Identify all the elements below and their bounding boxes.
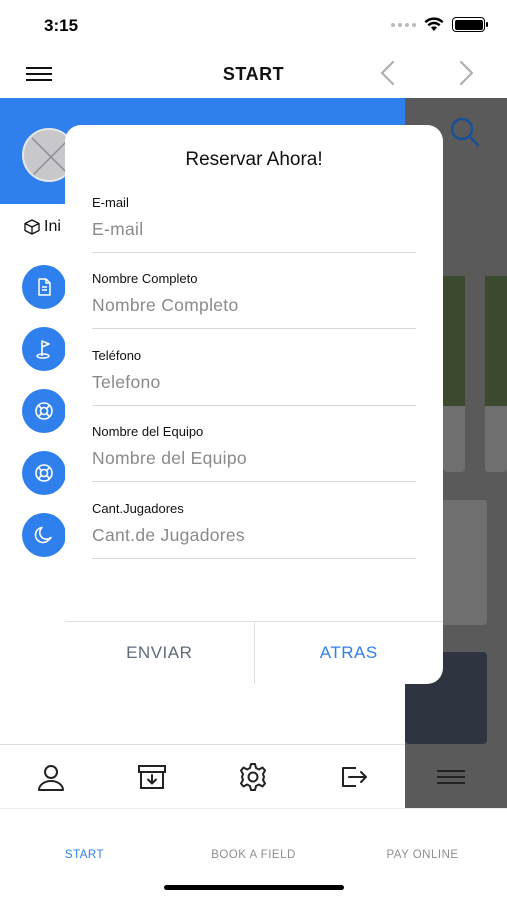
email-input[interactable] <box>92 215 416 243</box>
modal-title: Reservar Ahora! <box>185 149 323 170</box>
team-name-label: Nombre del Equipo <box>92 424 204 439</box>
user-icon[interactable] <box>31 757 71 797</box>
email-field: E-mail <box>92 195 416 253</box>
chevron-left-icon[interactable] <box>374 59 402 87</box>
nav-title: START <box>222 64 285 84</box>
chevron-right-icon[interactable] <box>452 59 480 87</box>
gear-icon[interactable] <box>233 757 273 797</box>
status-bar: 3:15 <box>0 0 507 48</box>
drawer-home-label: Ini <box>44 218 61 235</box>
team-name-input[interactable] <box>92 444 416 472</box>
full-name-field: Nombre Completo <box>92 271 416 329</box>
lifebuoy-icon[interactable] <box>22 389 66 433</box>
moon-icon[interactable] <box>22 513 66 557</box>
players-count-label: Cant.Jugadores <box>92 501 184 516</box>
modal-actions: ENVIAR ATRAS <box>65 621 443 684</box>
logout-icon[interactable] <box>334 757 374 797</box>
background-card-image <box>443 276 465 406</box>
players-count-field: Cant.Jugadores <box>92 501 416 559</box>
background-card-image <box>485 276 507 406</box>
search-icon <box>450 117 480 147</box>
drawer-footer <box>0 744 405 808</box>
tab-book-a-field[interactable]: BOOK A FIELD <box>169 849 338 861</box>
back-button[interactable]: ATRAS <box>255 622 444 684</box>
drawer-home-item[interactable]: Ini <box>24 218 61 236</box>
full-name-input[interactable] <box>92 291 416 319</box>
battery-icon <box>452 17 488 32</box>
full-name-label: Nombre Completo <box>92 271 198 286</box>
archive-download-icon[interactable] <box>132 757 172 797</box>
players-count-input[interactable] <box>92 521 416 549</box>
home-indicator[interactable] <box>164 885 344 890</box>
status-icons <box>391 17 488 32</box>
background-menu-icon <box>437 770 465 788</box>
submit-button[interactable]: ENVIAR <box>65 622 255 684</box>
email-label: E-mail <box>92 195 129 210</box>
tab-pay-online[interactable]: PAY ONLINE <box>338 849 507 861</box>
status-time: 3:15 <box>44 16 79 35</box>
cube-icon <box>24 219 40 235</box>
phone-label: Teléfono <box>92 348 142 363</box>
phone-input[interactable] <box>92 368 416 396</box>
signal-icon <box>391 22 416 27</box>
booking-modal: Reservar Ahora! E-mail Nombre Completo T… <box>65 125 443 684</box>
nav-bar: START <box>0 48 507 98</box>
phone-field: Teléfono <box>92 348 416 406</box>
golf-flag-icon[interactable] <box>22 327 66 371</box>
lifebuoy-icon[interactable] <box>22 451 66 495</box>
document-icon[interactable] <box>22 265 66 309</box>
team-name-field: Nombre del Equipo <box>92 424 416 482</box>
tab-start[interactable]: START <box>0 849 169 861</box>
wifi-icon <box>424 17 444 31</box>
